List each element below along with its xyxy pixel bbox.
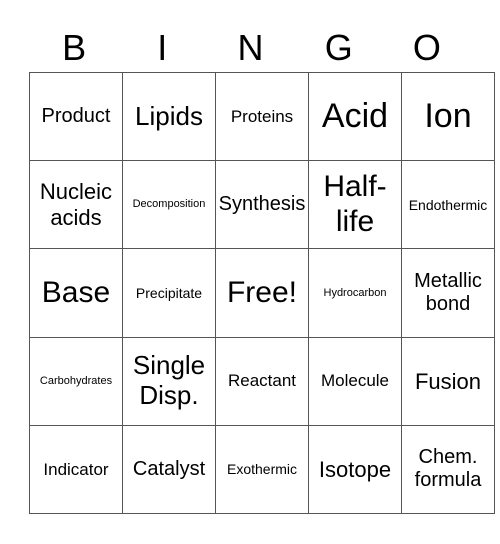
- bingo-cell[interactable]: Hydrocarbon: [308, 248, 402, 338]
- free-space-cell[interactable]: Free!: [215, 248, 309, 338]
- bingo-cell[interactable]: Fusion: [401, 336, 495, 426]
- bingo-row: Base Precipitate Free! Hydrocarbon Metal…: [29, 248, 495, 338]
- bingo-row: Product Lipids Proteins Acid Ion: [29, 71, 495, 162]
- bingo-cell[interactable]: Exothermic: [215, 424, 309, 515]
- bingo-header: B I N G O: [30, 24, 471, 72]
- bingo-row: Nucleic acids Decomposition Synthesis Ha…: [29, 160, 495, 250]
- bingo-cell[interactable]: Carbohydrates: [29, 336, 123, 426]
- bingo-cell[interactable]: Product: [29, 71, 123, 162]
- header-letter-o: O: [412, 27, 441, 68]
- header-letter-g: G: [324, 27, 353, 68]
- bingo-cell[interactable]: Precipitate: [122, 248, 216, 338]
- header-letter-i: I: [157, 27, 168, 68]
- bingo-cell[interactable]: Nucleic acids: [29, 160, 123, 250]
- bingo-cell[interactable]: Half-life: [308, 160, 402, 250]
- bingo-cell[interactable]: Ion: [401, 71, 495, 162]
- bingo-cell[interactable]: Catalyst: [122, 424, 216, 515]
- header-letter-b: B: [62, 27, 87, 68]
- bingo-cell[interactable]: Endothermic: [401, 160, 495, 250]
- bingo-row: Indicator Catalyst Exothermic Isotope Ch…: [29, 424, 495, 515]
- bingo-cell[interactable]: Molecule: [308, 336, 402, 426]
- bingo-cell[interactable]: Base: [29, 248, 123, 338]
- bingo-cell[interactable]: Decomposition: [122, 160, 216, 250]
- bingo-cell[interactable]: Chem. formula: [401, 424, 495, 515]
- bingo-cell[interactable]: Proteins: [215, 71, 309, 162]
- bingo-cell[interactable]: Synthesis: [215, 160, 309, 250]
- bingo-cell[interactable]: Isotope: [308, 424, 402, 515]
- bingo-cell[interactable]: Acid: [308, 71, 402, 162]
- bingo-cell[interactable]: Indicator: [29, 424, 123, 515]
- bingo-cell[interactable]: Single Disp.: [122, 336, 216, 426]
- header-letter-n: N: [237, 27, 264, 68]
- bingo-cell[interactable]: Reactant: [215, 336, 309, 426]
- bingo-row: Carbohydrates Single Disp. Reactant Mole…: [29, 336, 495, 426]
- bingo-cell[interactable]: Metallic bond: [401, 248, 495, 338]
- bingo-cell[interactable]: Lipids: [122, 71, 216, 162]
- bingo-card: Product Lipids Proteins Acid Ion Nucleic…: [29, 71, 495, 515]
